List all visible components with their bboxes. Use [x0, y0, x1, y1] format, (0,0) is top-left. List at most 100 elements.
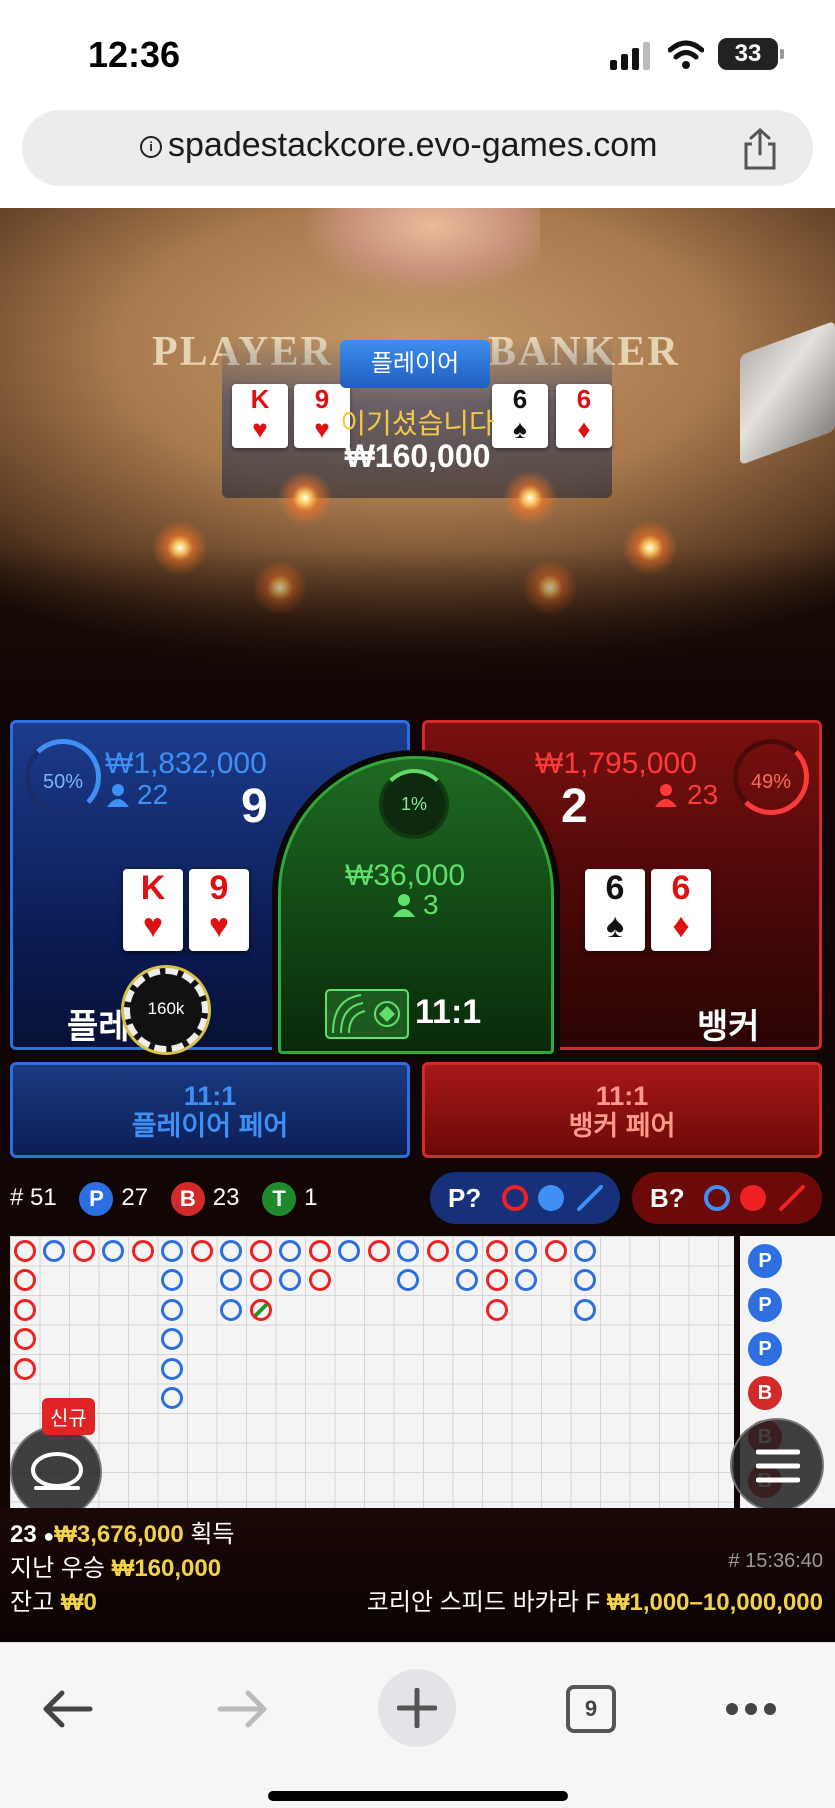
player-wins: 27 — [121, 1184, 149, 1211]
road-mark-banker — [485, 1239, 508, 1262]
dealer-hands — [300, 208, 540, 298]
road-mark-player — [574, 1298, 596, 1321]
video-fade — [0, 548, 835, 678]
road-mark-player — [220, 1239, 242, 1262]
road-mark-player — [456, 1269, 478, 1291]
tie-badge: T — [262, 1181, 297, 1216]
tie-bet-amount: ₩36,000 — [345, 859, 466, 892]
banker-badge: B — [170, 1181, 205, 1216]
road-mark-banker — [131, 1239, 154, 1262]
menu-button[interactable] — [730, 1418, 824, 1512]
player-pair-bet[interactable]: 11:1 플레이어 페어 — [10, 1062, 410, 1158]
road-mark-banker — [13, 1239, 36, 1262]
banker-label: 뱅커 — [697, 1008, 760, 1046]
road-mark-player — [161, 1239, 183, 1262]
last-win-label: 지난 우승 — [10, 1555, 105, 1582]
chat-icon — [31, 1452, 83, 1490]
info-footer: 23 ●₩3,676,000 획득 지난 우승 ₩160,000 잔고 ₩0 #… — [0, 1508, 835, 1642]
balance-line: 잔고 ₩0 — [10, 1582, 97, 1617]
balance-amount: ₩0 — [60, 1589, 97, 1616]
banker-predict-button[interactable]: B? — [632, 1172, 822, 1224]
banker-pair-odds: 11:1 — [595, 1081, 649, 1111]
user-icon — [107, 784, 129, 807]
predict-cockroach-icon — [577, 1185, 603, 1211]
road-mark-player — [279, 1239, 301, 1262]
bead-player: P — [748, 1288, 782, 1322]
status-time: 12:36 — [88, 34, 181, 75]
win-amount: ₩160,000 — [344, 438, 491, 474]
road-mark-banker — [13, 1269, 36, 1291]
status-bar: 12:36 33 — [0, 0, 835, 108]
big-road-scoreboard[interactable] — [10, 1236, 734, 1508]
banker-card: 6 ♠ — [585, 869, 645, 951]
rounds-prefix: # — [10, 1184, 24, 1211]
share-icon[interactable] — [742, 128, 778, 170]
bead-banker: B — [748, 1376, 782, 1410]
road-mark-player — [161, 1328, 183, 1350]
road-mark-banker — [544, 1239, 567, 1262]
browser-toolbar: 9 — [0, 1642, 835, 1808]
player-predict-label: P? — [448, 1183, 482, 1213]
forward-icon[interactable] — [216, 1689, 270, 1729]
tabs-button[interactable]: 9 — [566, 1685, 616, 1733]
total-win-line: 23 ●₩3,676,000 획득 — [10, 1514, 235, 1549]
road-mark-player — [574, 1239, 596, 1262]
road-mark-player — [397, 1269, 419, 1291]
road-mark-banker — [249, 1269, 272, 1291]
banker-percent: 49% — [733, 739, 809, 815]
result-tab: 플레이어 — [340, 340, 490, 388]
road-mark-banker — [249, 1239, 272, 1262]
banker-score: 2 — [561, 780, 588, 833]
more-icon[interactable] — [724, 1701, 778, 1717]
player-card: K ♥ — [123, 869, 183, 951]
tie-percent: 1% — [379, 769, 449, 839]
road-mark-player — [456, 1239, 478, 1262]
road-mark-banker — [13, 1328, 36, 1350]
player-card: 9 ♥ — [189, 869, 249, 951]
tie-bet-spot[interactable]: 1% ₩36,000 3 11:1 — [278, 756, 554, 1054]
banker-pair-label: 뱅커 페어 — [568, 1111, 676, 1141]
road-mark-player — [279, 1269, 301, 1291]
player-bet-amount: ₩1,832,000 — [105, 747, 267, 780]
road-mark-player — [574, 1269, 596, 1291]
user-icon: ● — [43, 1526, 55, 1546]
new-tab-button[interactable] — [378, 1669, 456, 1747]
player-predict-button[interactable]: P? — [430, 1172, 620, 1224]
battery-icon: 33 — [718, 38, 784, 70]
road-mark-player — [515, 1239, 537, 1262]
banker-card: 6 ♦ — [651, 869, 711, 951]
banker-predict-label: B? — [650, 1183, 685, 1213]
road-mark-player — [161, 1269, 183, 1291]
road-mark-player — [397, 1239, 419, 1262]
table-info: 코리안 스피드 바카라 F ₩1,000–10,000,000 — [367, 1582, 823, 1617]
road-mark-banker — [367, 1239, 390, 1262]
rounds-count: 51 — [30, 1184, 57, 1211]
info-icon[interactable]: i — [140, 136, 162, 158]
win-message: 이기셨습니다 — [340, 408, 495, 439]
betting-area: 50% ₩1,832,000 22 9 K♥ 9♥ 플레이어 49% ₩1,79… — [0, 678, 835, 1642]
road-mark-player — [161, 1387, 183, 1409]
banker-pair-bet[interactable]: 11:1 뱅커 페어 — [422, 1062, 822, 1158]
road-mark-banker — [308, 1239, 331, 1262]
banker-bettor-count: 23 — [687, 779, 719, 810]
url-text[interactable]: spadestackcore.evo-games.com — [168, 126, 657, 165]
player-percent: 50% — [25, 739, 101, 815]
address-bar[interactable]: i spadestackcore.evo-games.com — [22, 110, 813, 186]
road-mark-banker — [485, 1298, 508, 1321]
user-icon — [393, 894, 415, 917]
game-id: # 15:36:40 — [728, 1550, 823, 1572]
player-bettor-count: 22 — [137, 779, 169, 810]
predict-big-road-icon — [704, 1185, 730, 1211]
road-mark-banker — [72, 1239, 95, 1262]
road-mark-player — [338, 1239, 360, 1262]
chat-button[interactable] — [10, 1426, 102, 1518]
road-mark-player — [43, 1239, 65, 1262]
table-name: 코리안 스피드 바카라 F — [366, 1589, 601, 1616]
wifi-icon — [668, 40, 704, 69]
plus-icon — [397, 1688, 437, 1728]
back-icon[interactable] — [40, 1689, 94, 1729]
road-mark-player — [161, 1357, 183, 1380]
cellular-signal-icon — [610, 42, 650, 70]
road-mark-player — [161, 1298, 183, 1321]
bet-chip: 160k — [124, 968, 208, 1052]
